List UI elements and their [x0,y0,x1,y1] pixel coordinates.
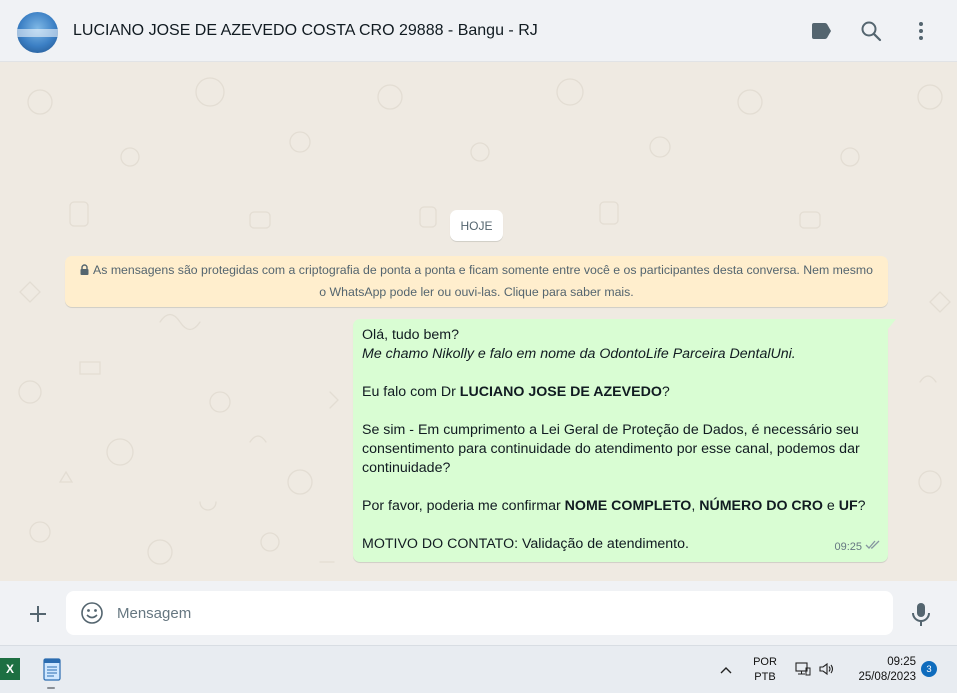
message-line: Se sim - Em cumprimento a Lei Geral de P… [362,422,859,438]
message-line: Eu falo com Dr LUCIANO JOSE DE AZEVEDO? [362,383,880,402]
message-text: e [822,498,839,514]
chat-area[interactable]: HOJE As mensagens são protegidas com a c… [0,62,957,581]
message-text: ? [661,384,670,400]
os-taskbar: X POR PTB 09:25 25/08/2023 3 [0,645,957,693]
encryption-text-line1: As mensagens são protegidas com a cripto… [93,263,873,277]
outgoing-message-bubble[interactable]: Olá, tudo bem? Me chamo Nikolly e falo e… [353,319,896,562]
volume-icon[interactable] [818,661,834,677]
message-text: ? [857,498,866,514]
date-divider: HOJE [450,210,503,241]
message-bold-text: NOME COMPLETO [564,498,692,514]
lock-icon [80,261,89,282]
microphone-icon[interactable] [910,601,932,627]
search-icon[interactable] [859,19,883,43]
message-input[interactable] [117,601,877,625]
message-bold-text: LUCIANO JOSE DE AZEVEDO [459,384,662,400]
notification-badge[interactable]: 3 [921,661,937,677]
language-code: POR [753,656,777,668]
message-line-italic: Me chamo Nikolly e falo em nome da Odont… [362,346,796,362]
message-line: Por favor, poderia me confirmar NOME COM… [362,497,880,516]
label-icon[interactable] [809,19,833,43]
active-app-indicator [47,687,55,689]
message-time: 09:25 [834,541,862,553]
chat-header: LUCIANO JOSE DE AZEVEDO COSTA CRO 29888 … [0,0,957,62]
message-text: Por favor, poderia me confirmar [362,498,565,514]
excel-taskbar-icon[interactable]: X [0,658,20,680]
message-bold-text: UF [838,498,858,514]
network-icon[interactable] [795,661,811,677]
input-language-indicator[interactable]: POR PTB [750,655,780,685]
system-clock[interactable]: 09:25 25/08/2023 [846,655,916,685]
contact-avatar[interactable] [17,12,58,53]
message-text: Eu falo com Dr [362,384,460,400]
chevron-up-icon[interactable] [719,663,733,677]
keyboard-layout: PTB [754,671,776,683]
message-bold-text: NÚMERO DO CRO [699,498,823,514]
message-line: consentimento para continuidade do atend… [362,441,860,457]
contact-name[interactable]: LUCIANO JOSE DE AZEVEDO COSTA CRO 29888 … [73,22,538,40]
encryption-notice[interactable]: As mensagens são protegidas com a cripto… [65,256,888,307]
message-line: continuidade? [362,460,451,476]
message-line: Olá, tudo bem? [362,327,460,343]
message-meta: 09:25 [834,538,881,557]
encryption-text-line2: o WhatsApp pode ler ou ouvi-las. Clique … [319,285,634,299]
emoji-icon[interactable] [80,601,104,625]
message-line: MOTIVO DO CONTATO: Validação de atendime… [362,536,689,552]
double-check-icon [865,538,881,557]
clock-date: 25/08/2023 [858,671,916,683]
notepad-taskbar-icon[interactable] [42,656,62,682]
more-vertical-icon[interactable] [909,19,933,43]
clock-time: 09:25 [887,656,916,668]
attach-plus-icon[interactable] [25,601,51,627]
